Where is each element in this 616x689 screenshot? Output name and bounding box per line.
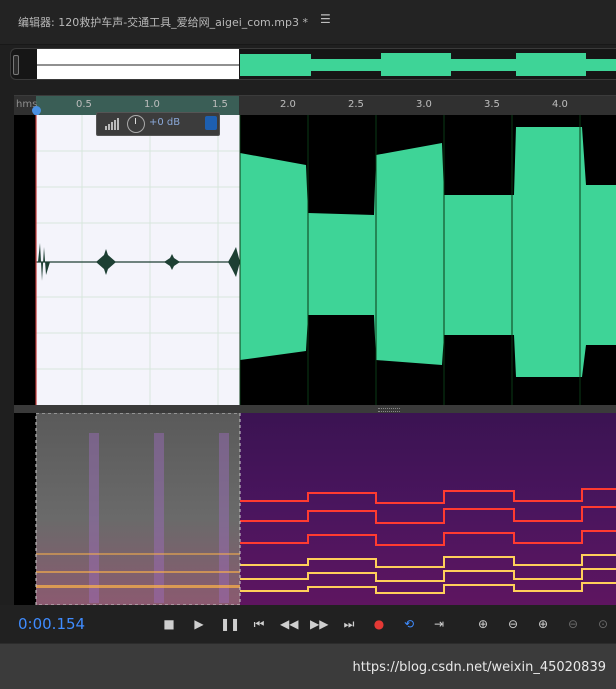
zoom-out-full-icon: ⊖: [567, 617, 579, 631]
stop-icon: ■: [163, 617, 175, 631]
overview-navigator[interactable]: [10, 48, 616, 80]
zoom-out-amplitude-icon: ⊖: [507, 617, 519, 631]
fast-forward-button[interactable]: ▶▶: [310, 615, 328, 633]
spectral-frequency-display[interactable]: [14, 413, 616, 605]
zoom-selection-icon: ⊙: [597, 617, 609, 631]
pause-button[interactable]: ❚❚: [220, 615, 241, 633]
volume-hud[interactable]: +0 dB: [96, 112, 220, 136]
level-bars-icon: [105, 118, 119, 130]
editor-title: 编辑器: 120救护车声-交通工具_爱给网_aigei_com.mp3 *: [18, 16, 308, 29]
pin-icon[interactable]: [205, 116, 217, 130]
zoom-in-time-button[interactable]: ⊕: [534, 615, 552, 633]
skip-forward-icon: ⏭: [343, 617, 355, 631]
spectral-unselected: [240, 413, 616, 605]
loop-playback-button[interactable]: ⟲: [400, 615, 418, 633]
ruler-tick-label: 2.5: [348, 99, 364, 110]
skip-selection-button[interactable]: ⇥: [430, 615, 448, 633]
status-bar: https://blog.csdn.net/weixin_45020839: [0, 643, 616, 689]
panel-divider[interactable]: [14, 405, 616, 413]
volume-knob-icon[interactable]: [127, 115, 145, 133]
skip-selection-icon: ⇥: [433, 617, 445, 631]
pause-icon: ❚❚: [220, 617, 241, 631]
ruler-tick-label: 3.5: [484, 99, 500, 110]
ruler-tick-label: 4.0: [552, 99, 568, 110]
play-icon: ▶: [194, 617, 204, 631]
zoom-in-time-icon: ⊕: [537, 617, 549, 631]
rewind-icon: ◀◀: [280, 617, 299, 631]
zoom-in-amplitude-icon: ⊕: [477, 617, 489, 631]
go-to-end-button[interactable]: ⏭: [340, 615, 358, 633]
waveform-display[interactable]: [14, 115, 616, 405]
zoom-selection-button[interactable]: ⊙: [594, 615, 612, 633]
go-to-start-button[interactable]: ⏮: [250, 615, 268, 633]
play-button[interactable]: ▶: [190, 615, 208, 633]
overview-waveform: [37, 53, 616, 76]
rewind-button[interactable]: ◀◀: [280, 615, 298, 633]
waveform-selection: [36, 115, 240, 405]
ruler-tick-label: 0.5: [76, 99, 92, 110]
ruler-tick-label: 1.5: [212, 99, 228, 110]
editor-title-bar: 编辑器: 120救护车声-交通工具_爱给网_aigei_com.mp3 * ☰: [0, 0, 616, 45]
zoom-out-full-button[interactable]: ⊖: [564, 615, 582, 633]
spectral-selection: [36, 413, 240, 605]
zoom-in-amplitude-button[interactable]: ⊕: [474, 615, 492, 633]
fast-forward-icon: ▶▶: [310, 617, 329, 631]
stop-button[interactable]: ■: [160, 615, 178, 633]
current-time-display[interactable]: 0:00.154: [18, 615, 85, 633]
ruler-tick-label: 3.0: [416, 99, 432, 110]
record-icon: ●: [373, 617, 385, 631]
hamburger-menu-icon[interactable]: ☰: [320, 12, 331, 26]
record-button[interactable]: ●: [370, 615, 388, 633]
transport-bar: 0:00.154 ■ ▶ ❚❚ ⏮ ◀◀ ▶▶ ⏭ ● ⟲ ⇥ ⊕ ⊖ ⊕ ⊖ …: [0, 605, 616, 643]
ruler-tick-label: 1.0: [144, 99, 160, 110]
divider-grip-icon[interactable]: [378, 408, 400, 412]
skip-back-icon: ⏮: [253, 617, 265, 631]
watermark-url: https://blog.csdn.net/weixin_45020839: [352, 660, 606, 675]
zoom-out-amplitude-button[interactable]: ⊖: [504, 615, 522, 633]
volume-value: +0 dB: [149, 117, 181, 128]
loop-icon: ⟲: [403, 617, 415, 631]
ruler-tick-label: 2.0: [280, 99, 296, 110]
